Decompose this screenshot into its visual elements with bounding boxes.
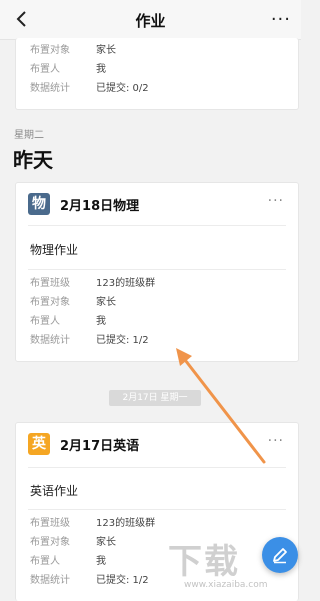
divider — [28, 225, 286, 226]
card-header: 英 2月17日英语 ··· — [28, 433, 288, 459]
homework-card-physics[interactable]: 物 2月18日物理 ··· 物理作业 布置班级 123的班级群 布置对象 家长 布置… — [15, 182, 299, 362]
meta-row: 布置对象 家长 — [30, 537, 116, 548]
meta-row: 布置班级 123的班级群 — [30, 518, 156, 529]
homework-card-english[interactable]: 英 2月17日英语 ··· 英语作业 布置班级 123的班级群 布置对象 家长 布置… — [15, 422, 299, 601]
card-title: 2月17日英语 — [60, 439, 140, 454]
meta-row: 布置班级 123的班级群 — [30, 278, 156, 289]
card-header: 物 2月18日物理 ··· — [28, 193, 288, 219]
card-title: 2月18日物理 — [60, 199, 140, 214]
watermark-url: www.xiazaiba.com — [184, 580, 268, 590]
divider — [28, 467, 286, 468]
watermark-logo: 下载 — [168, 542, 240, 582]
card-more-icon[interactable]: ··· — [268, 193, 284, 209]
meta-row: 布置对象 家长 — [30, 45, 116, 56]
homework-card-partial[interactable]: 布置对象 家长 布置人我 数据统计 已提交: 0/2 — [15, 38, 299, 110]
subject-badge: 物 — [28, 193, 50, 215]
section-heading: 昨天 — [13, 148, 53, 172]
meta-row: 数据统计 已提交: 1/2 — [30, 575, 149, 586]
divider — [28, 269, 286, 270]
date-separator: 2月17日 星期一 — [109, 390, 201, 406]
card-more-icon[interactable]: ··· — [268, 433, 284, 449]
subject-badge: 英 — [28, 433, 50, 455]
meta-row: 布置对象 家长 — [30, 297, 116, 308]
meta-row: 数据统计 已提交: 1/2 — [30, 335, 149, 346]
meta-row: 数据统计 已提交: 0/2 — [30, 83, 149, 94]
pencil-icon — [273, 548, 287, 564]
weekday-label: 星期二 — [14, 130, 44, 141]
homework-content: 物理作业 — [30, 243, 79, 257]
compose-button[interactable] — [262, 537, 298, 573]
top-bar: 作业 ··· — [0, 0, 301, 40]
page-title: 作业 — [135, 12, 166, 30]
homework-content: 英语作业 — [30, 484, 79, 498]
divider — [28, 509, 286, 510]
more-options-icon[interactable]: ··· — [271, 9, 291, 30]
meta-row: 布置人我 — [30, 556, 106, 567]
meta-row: 布置人我 — [30, 64, 106, 75]
meta-row: 布置人我 — [30, 316, 106, 327]
